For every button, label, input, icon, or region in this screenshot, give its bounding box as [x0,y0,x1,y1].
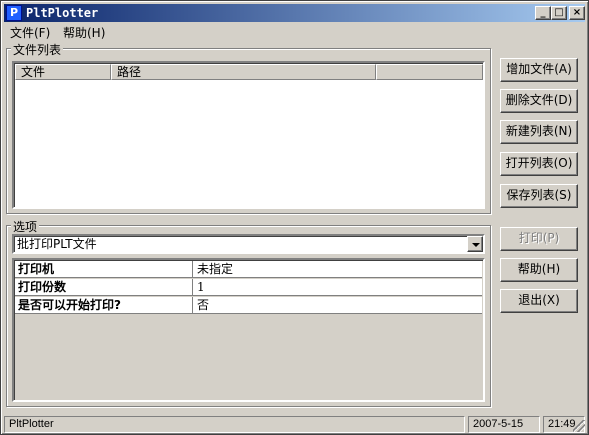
menu-help[interactable]: 帮助(H) [63,24,105,41]
window-title: PltPlotter [26,6,99,20]
print-button[interactable]: 打印(P) [500,227,578,251]
open-list-button[interactable]: 打开列表(O) [500,152,578,176]
chevron-down-icon[interactable] [467,236,483,252]
add-file-button[interactable]: 增加文件(A) [500,58,578,82]
property-row[interactable]: 打印份数 1 [15,279,482,296]
delete-file-button[interactable]: 删除文件(D) [500,89,578,113]
menu-file[interactable]: 文件(F) [10,24,50,41]
minimize-button[interactable]: _ [535,6,551,20]
print-mode-select[interactable]: 批打印PLT文件 [12,234,485,254]
title-bar[interactable]: P PltPlotter _ □ × [4,4,585,22]
column-header-path[interactable]: 路径 [111,64,376,80]
column-header-file[interactable]: 文件 [15,64,111,80]
property-name: 是否可以开始打印? [15,297,193,314]
property-value[interactable]: 未指定 [194,261,482,278]
app-icon: P [6,5,22,21]
print-mode-value: 批打印PLT文件 [17,237,97,251]
file-list-group: 文件列表 文件 路径 [6,41,491,214]
main-window: P PltPlotter _ □ × 文件(F) 帮助(H) 文件列表 文件 路… [0,0,589,435]
help-button[interactable]: 帮助(H) [500,258,578,282]
property-value[interactable]: 1 [194,279,482,296]
column-header-empty[interactable] [376,64,483,80]
status-app-name: PltPlotter [4,416,465,433]
new-list-button[interactable]: 新建列表(N) [500,120,578,144]
file-list-group-label: 文件列表 [11,41,64,58]
options-group-label: 选项 [11,218,40,235]
resize-grip-icon[interactable] [573,420,585,432]
property-grid[interactable]: 打印机 未指定 打印份数 1 是否可以开始打印? 否 [12,258,485,402]
maximize-button[interactable]: □ [551,6,567,20]
property-row[interactable]: 打印机 未指定 [15,261,482,278]
file-list[interactable]: 文件 路径 [12,61,485,209]
property-row[interactable]: 是否可以开始打印? 否 [15,297,482,314]
property-name: 打印机 [15,261,193,278]
status-date: 2007-5-15 [468,416,540,433]
close-button[interactable]: × [569,6,585,20]
menu-bar: 文件(F) 帮助(H) [4,23,585,40]
status-bar: PltPlotter 2007-5-15 21:49 [3,415,586,433]
exit-button[interactable]: 退出(X) [500,289,578,313]
property-value[interactable]: 否 [194,297,482,314]
property-name: 打印份数 [15,279,193,296]
options-group: 选项 批打印PLT文件 打印机 未指定 打印份数 1 是否可以开始打印? 否 [6,218,491,407]
save-list-button[interactable]: 保存列表(S) [500,184,578,208]
